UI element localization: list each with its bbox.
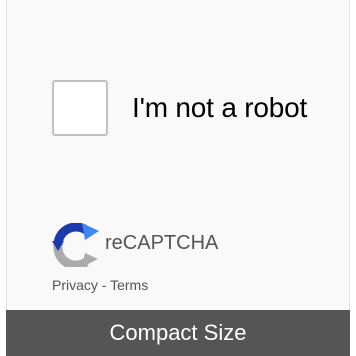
demo-stage: I'm not a robot reCAPTCHA Privacy - Term… — [0, 0, 356, 356]
not-a-robot-checkbox[interactable] — [52, 80, 108, 136]
legal-links: Privacy - Terms — [52, 277, 148, 293]
privacy-link[interactable]: Privacy — [52, 277, 98, 293]
recaptcha-widget: I'm not a robot reCAPTCHA Privacy - Term… — [28, 28, 344, 310]
link-separator: - — [97, 277, 111, 293]
caption-bar: Compact Size — [6, 310, 350, 356]
recaptcha-logo-icon — [52, 223, 99, 267]
recaptcha-brand: reCAPTCHA — [105, 232, 219, 254]
terms-link[interactable]: Terms — [110, 277, 148, 293]
checkbox-label: I'm not a robot — [132, 92, 308, 123]
caption-text: Compact Size — [109, 320, 247, 345]
